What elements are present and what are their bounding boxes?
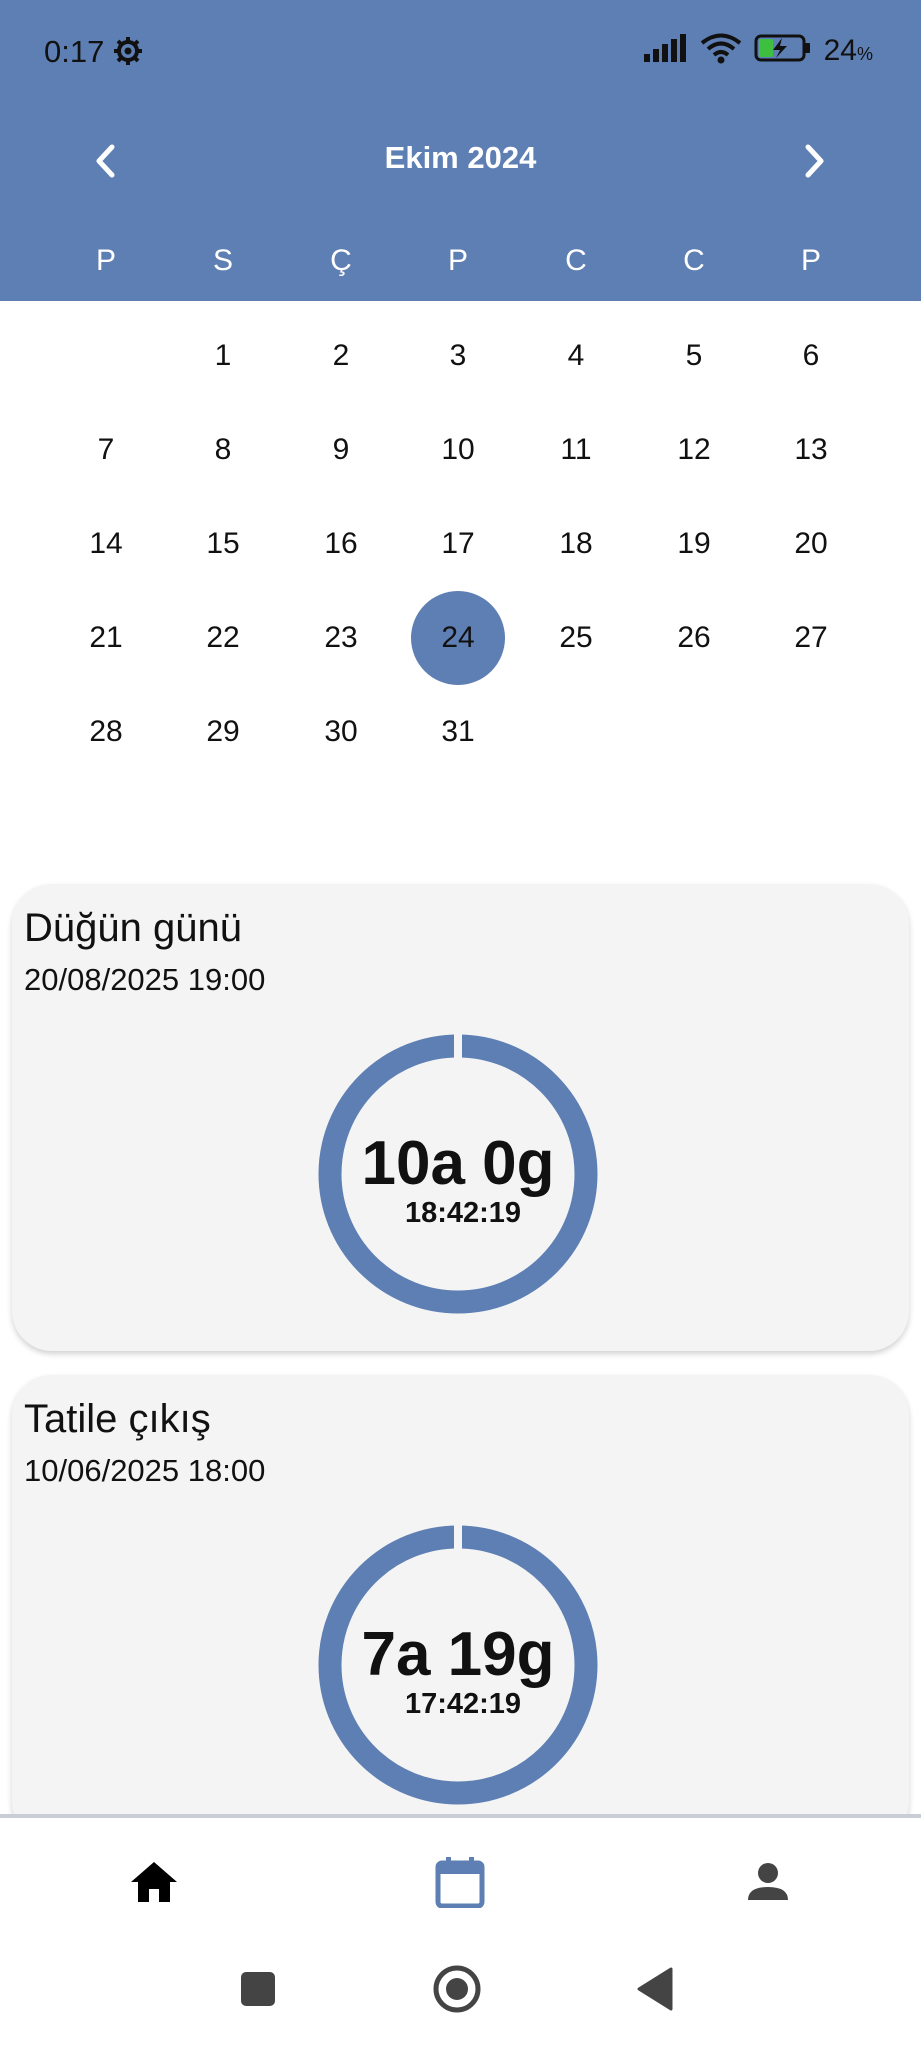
- calendar-icon: [435, 1857, 485, 1908]
- nav-home-button[interactable]: [126, 1854, 182, 1910]
- calendar-day[interactable]: 15: [176, 497, 270, 591]
- calendar-day[interactable]: 7: [59, 403, 153, 497]
- signal-icon: [643, 34, 688, 67]
- calendar-day-selected[interactable]: 24: [411, 591, 505, 685]
- system-back-button[interactable]: [625, 1959, 685, 2019]
- event-date: 10/06/2025 18:00: [24, 1453, 266, 1488]
- next-month-button[interactable]: [790, 136, 840, 186]
- event-date: 20/08/2025 19:00: [24, 962, 266, 997]
- nav-calendar-button[interactable]: [432, 1854, 488, 1910]
- weekday-label: P: [447, 244, 468, 277]
- calendar-day[interactable]: 26: [647, 591, 741, 685]
- weekday-label: C: [683, 244, 705, 277]
- calendar-header: 0:17 24% Ekim 2024 P S Ç P C C P: [0, 0, 921, 301]
- system-home-button[interactable]: [427, 1959, 487, 2019]
- calendar-day[interactable]: 25: [529, 591, 623, 685]
- calendar-day[interactable]: 9: [294, 403, 388, 497]
- weekday-header-row: P S Ç P C C P: [0, 244, 921, 284]
- status-icons: 24%: [643, 32, 873, 69]
- calendar-day[interactable]: 5: [647, 309, 741, 403]
- bottom-navigation: [0, 1814, 921, 1937]
- recent-apps-icon: [241, 1972, 275, 2006]
- gear-icon: [113, 36, 143, 66]
- weekday-label: C: [565, 244, 587, 277]
- weekday-label: Ç: [330, 244, 352, 277]
- recent-apps-button[interactable]: [228, 1959, 288, 2019]
- calendar-day[interactable]: 20: [764, 497, 858, 591]
- status-bar: 0:17 24%: [0, 0, 921, 105]
- month-navigation: Ekim 2024: [0, 128, 921, 190]
- calendar-day[interactable]: 14: [59, 497, 153, 591]
- calendar-day[interactable]: 11: [529, 403, 623, 497]
- calendar-day[interactable]: 8: [176, 403, 270, 497]
- calendar-day[interactable]: 27: [764, 591, 858, 685]
- countdown-time: 17:42:19: [404, 1688, 522, 1720]
- calendar-day[interactable]: 4: [529, 309, 623, 403]
- countdown-time: 18:42:19: [404, 1197, 522, 1229]
- weekday-label: P: [800, 244, 821, 277]
- person-icon: [748, 1863, 788, 1900]
- home-circle-icon: [433, 1965, 481, 2013]
- calendar-day[interactable]: 19: [647, 497, 741, 591]
- calendar-day[interactable]: 17: [411, 497, 505, 591]
- calendar-day[interactable]: 29: [176, 685, 270, 779]
- calendar-day[interactable]: 23: [294, 591, 388, 685]
- calendar-day[interactable]: 21: [59, 591, 153, 685]
- battery-charging-icon: [754, 34, 812, 67]
- calendar-day[interactable]: 10: [411, 403, 505, 497]
- month-title: Ekim 2024: [384, 140, 537, 175]
- calendar-day[interactable]: 16: [294, 497, 388, 591]
- wifi-icon: [700, 32, 742, 69]
- calendar-grid: 1 2 3 4 5 6 7 8 9 10 11 12 13 14 15 16 17 18 19 20 21 22 23 24 2…: [0, 301, 921, 821]
- calendar-day[interactable]: 12: [647, 403, 741, 497]
- calendar-day[interactable]: 18: [529, 497, 623, 591]
- event-card[interactable]: Düğün günü 20/08/2025 19:00 10a 0g 18:42…: [12, 884, 909, 1351]
- system-navigation-bar: [0, 1937, 921, 2048]
- weekday-label: S: [212, 244, 233, 277]
- calendar-day[interactable]: 22: [176, 591, 270, 685]
- calendar-day[interactable]: 6: [764, 309, 858, 403]
- calendar-day[interactable]: 1: [176, 309, 270, 403]
- event-title: Tatile çıkış: [24, 1397, 211, 1441]
- nav-profile-button[interactable]: [740, 1854, 796, 1910]
- battery-percent: 24%: [823, 33, 873, 67]
- weekday-label: P: [95, 244, 116, 277]
- calendar-day[interactable]: 3: [411, 309, 505, 403]
- app-root: 0:17 24% Ekim 2024 P S Ç P C C P 1 2 3 4…: [0, 0, 921, 2048]
- event-card[interactable]: Tatile çıkış 10/06/2025 18:00 7a 19g 17:…: [12, 1375, 909, 1842]
- calendar-day[interactable]: 30: [294, 685, 388, 779]
- calendar-day[interactable]: 2: [294, 309, 388, 403]
- calendar-day[interactable]: 13: [764, 403, 858, 497]
- event-title: Düğün günü: [24, 906, 242, 950]
- status-time: 0:17: [44, 34, 105, 69]
- calendar-day[interactable]: 28: [59, 685, 153, 779]
- chevron-right-icon: [805, 144, 824, 178]
- home-icon: [131, 1862, 177, 1902]
- back-triangle-icon: [637, 1967, 673, 2011]
- calendar-day[interactable]: 31: [411, 685, 505, 779]
- countdown-main: 10a 0g: [361, 1129, 555, 1198]
- countdown-main: 7a 19g: [361, 1620, 555, 1689]
